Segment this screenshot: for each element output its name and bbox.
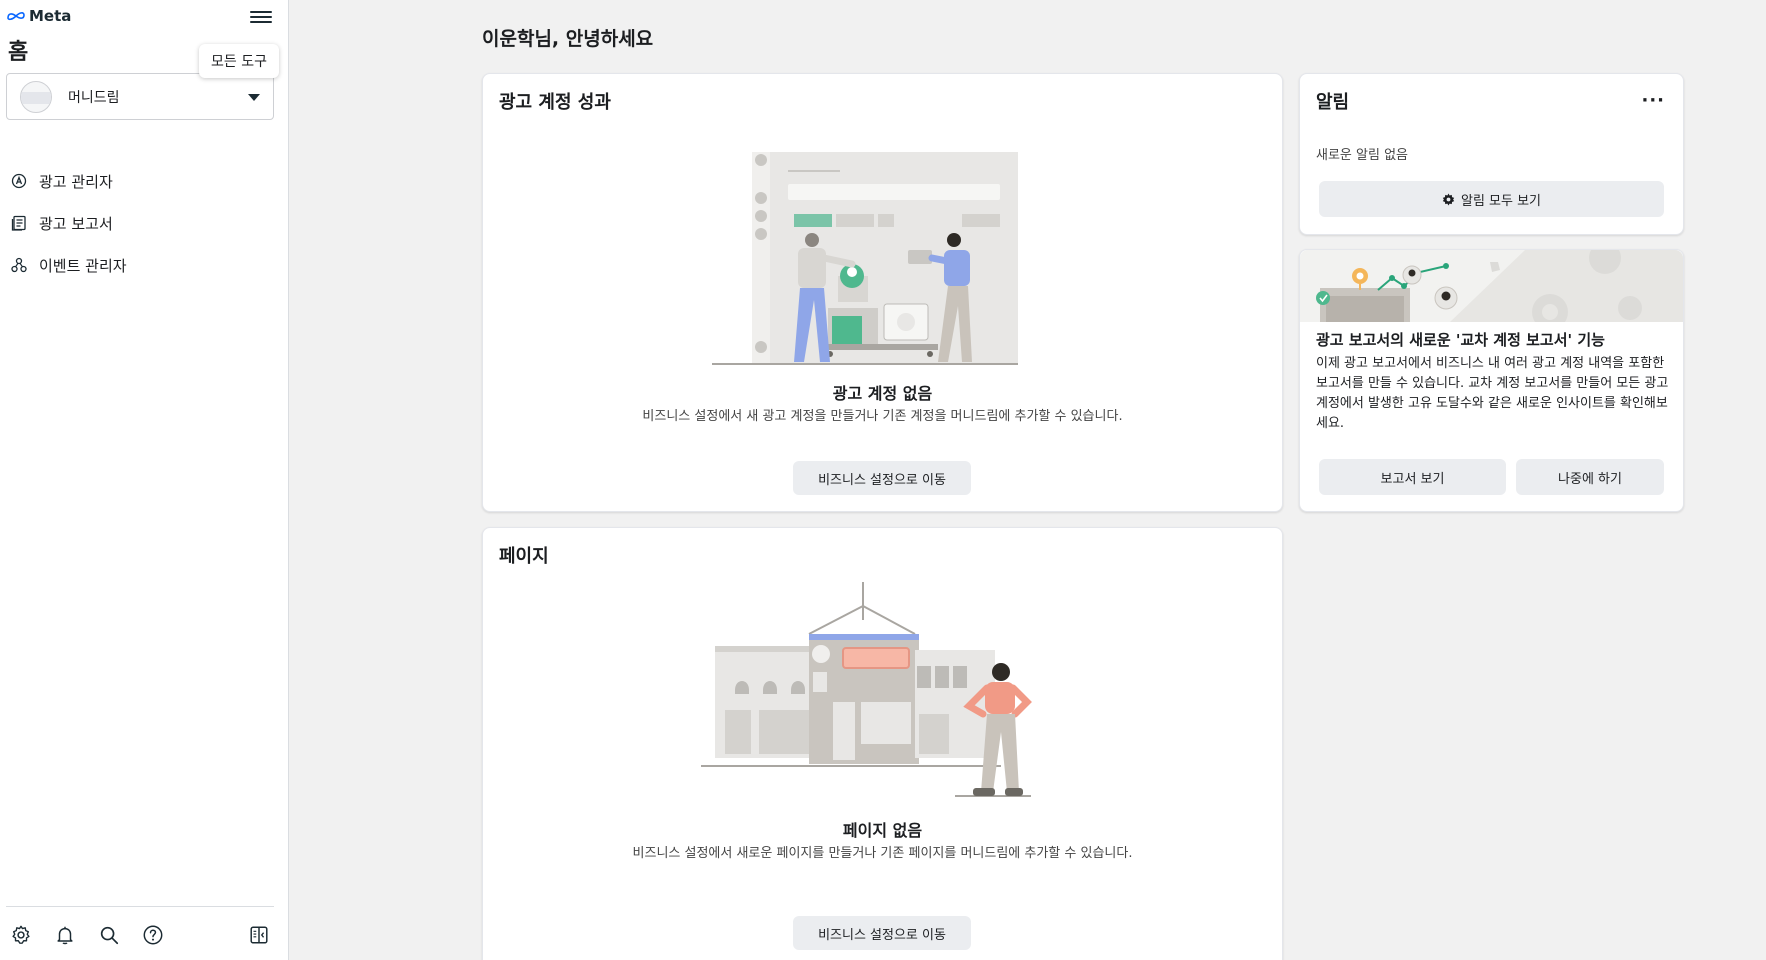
card-title: 광고 계정 성과 <box>499 92 611 113</box>
sidebar-footer <box>6 906 274 960</box>
go-to-business-settings-button[interactable]: 비즈니스 설정으로 이동 <box>793 916 971 950</box>
business-account-selector[interactable]: 머니드림 <box>6 73 274 120</box>
pages-card: 페이지 페이지 없음 비즈니스 설정에서 새로운 페이지를 만들거나 기존 페이 <box>482 527 1283 960</box>
notifications-card: 알림 ··· 새로운 알림 없음 알림 모두 보기 <box>1299 73 1684 235</box>
pages-empty-illustration <box>701 582 1032 797</box>
empty-state-description: 비즈니스 설정에서 새로운 페이지를 만들거나 기존 페이지를 머니드림에 추가… <box>632 846 1133 861</box>
promo-description: 이제 광고 보고서에서 비즈니스 내 여러 광고 계정 내역을 포함한 보고서를… <box>1316 356 1669 431</box>
chevron-down-icon <box>248 94 260 101</box>
all-tools-menu-button[interactable] <box>250 8 272 28</box>
sidebar-item-label: 광고 보고서 <box>39 214 113 233</box>
cross-account-report-promo-card: 광고 보고서의 새로운 '교차 계정 보고서' 기능 이제 광고 보고서에서 비… <box>1299 249 1684 512</box>
more-options-icon[interactable]: ··· <box>1641 90 1665 111</box>
account-avatar <box>20 80 52 113</box>
sidebar-nav: 광고 관리자 광고 보고서 이벤트 관리자 <box>0 160 288 286</box>
card-title: 페이지 <box>499 546 549 567</box>
view-report-button[interactable]: 보고서 보기 <box>1319 459 1506 495</box>
empty-state-title: 광고 계정 없음 <box>832 384 933 403</box>
meta-infinity-icon <box>7 12 25 21</box>
button-label: 알림 모두 보기 <box>1460 193 1542 209</box>
search-icon[interactable] <box>98 924 120 946</box>
view-all-notifications-button[interactable]: 알림 모두 보기 <box>1319 181 1664 217</box>
events-manager-icon <box>10 256 28 274</box>
notifications-icon[interactable] <box>54 924 76 946</box>
hamburger-line <box>250 21 272 23</box>
hamburger-line <box>250 16 272 18</box>
collapse-panel-icon[interactable] <box>248 924 270 946</box>
ads-manager-icon <box>10 172 28 190</box>
promo-banner-image <box>1300 250 1683 322</box>
sidebar-item-label: 이벤트 관리자 <box>39 256 127 275</box>
card-title: 알림 <box>1316 92 1350 113</box>
greeting-heading: 이운학님, 안녕하세요 <box>482 28 654 50</box>
hamburger-line <box>250 11 272 13</box>
sidebar-item-ads-manager[interactable]: 광고 관리자 <box>0 160 288 202</box>
settings-icon[interactable] <box>10 924 32 946</box>
empty-state-title: 페이지 없음 <box>842 821 923 840</box>
all-tools-tooltip: 모든 도구 <box>199 44 279 78</box>
sidebar: Meta 홈 머니드림 광고 관리자 광고 보고서 이벤트 관리자 <box>0 0 289 960</box>
sidebar-item-label: 광고 관리자 <box>39 172 113 191</box>
ads-reporting-icon <box>10 214 28 232</box>
no-notifications-text: 새로운 알림 없음 <box>1316 148 1408 163</box>
promo-title: 광고 보고서의 새로운 '교차 계정 보고서' 기능 <box>1316 331 1605 349</box>
meta-logo-text: Meta <box>29 7 72 25</box>
help-icon[interactable] <box>142 924 164 946</box>
meta-logo[interactable]: Meta <box>6 7 71 25</box>
sidebar-item-ads-reporting[interactable]: 광고 보고서 <box>0 202 288 244</box>
account-name: 머니드림 <box>68 89 120 106</box>
sidebar-item-events-manager[interactable]: 이벤트 관리자 <box>0 244 288 286</box>
ad-account-performance-card: 광고 계정 성과 광고 계정 없음 비즈니스 설정에서 새 광고 계정을 만들거… <box>482 73 1283 512</box>
go-to-business-settings-button[interactable]: 비즈니스 설정으로 이동 <box>793 461 971 495</box>
empty-state-description: 비즈니스 설정에서 새 광고 계정을 만들거나 기존 계정을 머니드림에 추가할… <box>642 409 1123 424</box>
page-title: 홈 <box>8 40 29 65</box>
gear-icon <box>1442 193 1455 205</box>
maybe-later-button[interactable]: 나중에 하기 <box>1516 459 1664 495</box>
